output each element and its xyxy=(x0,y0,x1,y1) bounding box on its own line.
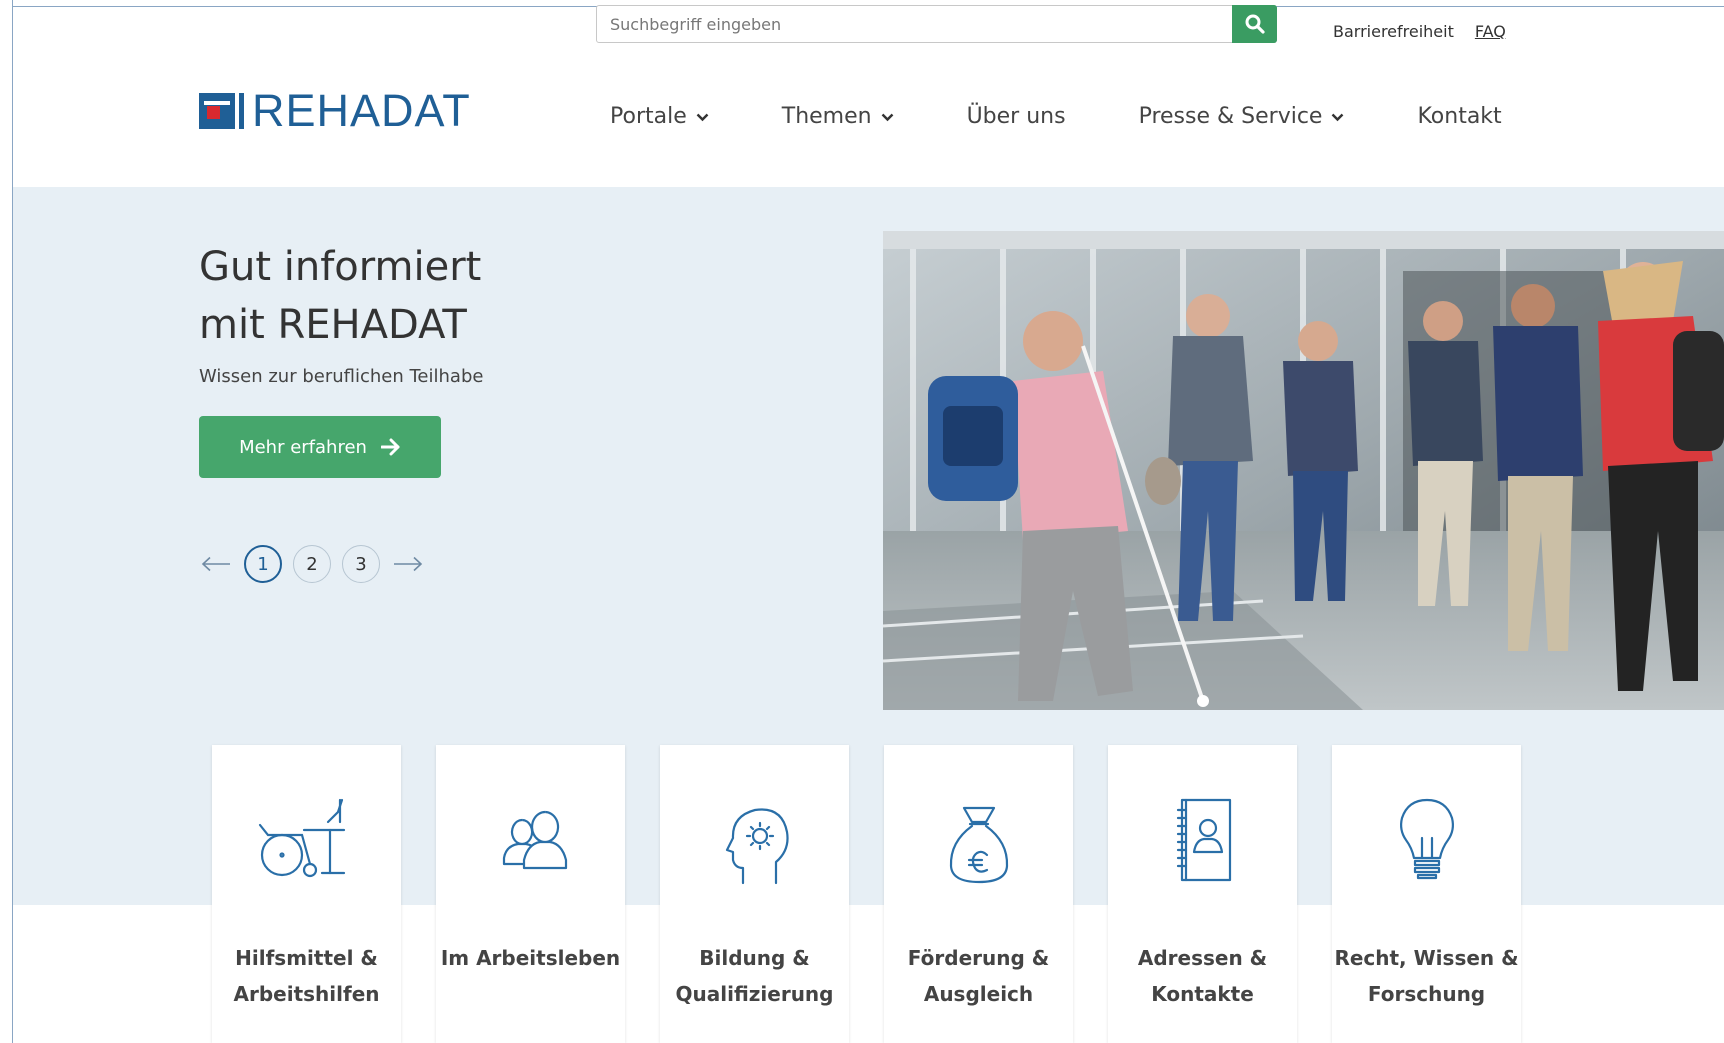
faq-link[interactable]: FAQ xyxy=(1475,22,1506,41)
search-button[interactable] xyxy=(1232,5,1277,43)
hero-title-line-2: mit REHADAT xyxy=(199,302,467,348)
arrow-right-icon xyxy=(380,438,400,456)
hero-subtitle: Wissen zur beruflichen Teilhabe xyxy=(199,366,484,387)
slider-page-2[interactable]: 2 xyxy=(293,545,331,583)
accessibility-link[interactable]: Barrierefreiheit xyxy=(1333,22,1454,41)
mehr-erfahren-button[interactable]: Mehr erfahren xyxy=(199,416,441,478)
card-foerderung[interactable]: Förderung & Ausgleich xyxy=(884,745,1073,1043)
card-label: Förderung & Ausgleich xyxy=(907,946,1050,1006)
slider-page-3[interactable]: 3 xyxy=(342,545,380,583)
nav-item-label: Kontakt xyxy=(1417,104,1502,129)
card-label: Recht, Wissen & Forschung xyxy=(1334,946,1519,1006)
arrow-right-icon xyxy=(394,556,423,572)
button-label: Mehr erfahren xyxy=(239,436,367,458)
address-book-icon xyxy=(1176,798,1231,882)
nav-item-label: Über uns xyxy=(966,104,1066,129)
nav-item-kontakt[interactable]: Kontakt xyxy=(1417,104,1501,129)
people-icon xyxy=(502,810,567,870)
rehadat-logo[interactable]: REHADAT xyxy=(199,88,471,133)
card-adressen[interactable]: Adressen & Kontakte xyxy=(1108,745,1297,1043)
search-bar xyxy=(596,5,1277,43)
card-label: Adressen & Kontakte xyxy=(1137,946,1268,1006)
slider-prev-button[interactable] xyxy=(199,554,233,574)
utility-links: Barrierefreiheit FAQ xyxy=(1333,22,1506,41)
wheelchair-desk-icon xyxy=(258,798,345,878)
nav-item-label: Themen xyxy=(781,104,872,129)
card-arbeitsleben[interactable]: Im Arbeitsleben xyxy=(436,745,625,1043)
chevron-down-icon xyxy=(1332,113,1344,122)
nav-item-portale[interactable]: Portale xyxy=(610,104,709,129)
hero-image xyxy=(883,231,1724,710)
slider-pagination: 1 2 3 xyxy=(199,545,425,583)
money-bag-icon xyxy=(949,806,1008,884)
card-hilfsmittel[interactable]: Hilfsmittel & Arbeitshilfen xyxy=(212,745,401,1043)
slider-next-button[interactable] xyxy=(391,554,425,574)
nav-item-label: Portale xyxy=(610,104,687,129)
arrow-left-icon xyxy=(201,556,230,572)
nav-item-themen[interactable]: Themen xyxy=(782,104,894,129)
nav-item-label: Presse & Service xyxy=(1138,104,1323,129)
slider-page-1[interactable]: 1 xyxy=(244,545,282,583)
logo-text: REHADAT xyxy=(252,85,471,136)
hero-photo-illustration xyxy=(883,231,1724,710)
search-icon xyxy=(1245,14,1265,34)
search-input[interactable] xyxy=(597,6,1232,42)
page: Barrierefreiheit FAQ REHADAT Portale The… xyxy=(0,0,1724,1043)
lightbulb-icon xyxy=(1399,798,1454,880)
card-label: Bildung & Qualifizierung xyxy=(675,946,834,1006)
chevron-down-icon xyxy=(696,113,709,122)
card-recht[interactable]: Recht, Wissen & Forschung xyxy=(1332,745,1521,1043)
chevron-down-icon xyxy=(881,113,893,122)
hero-title-line-1: Gut informiert xyxy=(199,244,482,290)
nav-item-ueber-uns[interactable]: Über uns xyxy=(967,104,1066,129)
card-label: Hilfsmittel & Arbeitshilfen xyxy=(233,946,380,1006)
nav-item-presse-service[interactable]: Presse & Service xyxy=(1139,104,1345,129)
logo-mark-icon xyxy=(199,92,235,129)
card-label: Im Arbeitsleben xyxy=(440,946,621,970)
logo-bar xyxy=(239,92,244,129)
main-navigation: Portale Themen Über uns Presse & Service… xyxy=(610,104,1502,129)
hero-title: Gut informiert mit REHADAT xyxy=(199,238,481,354)
card-bildung[interactable]: Bildung & Qualifizierung xyxy=(660,745,849,1043)
head-gear-icon xyxy=(725,808,789,885)
